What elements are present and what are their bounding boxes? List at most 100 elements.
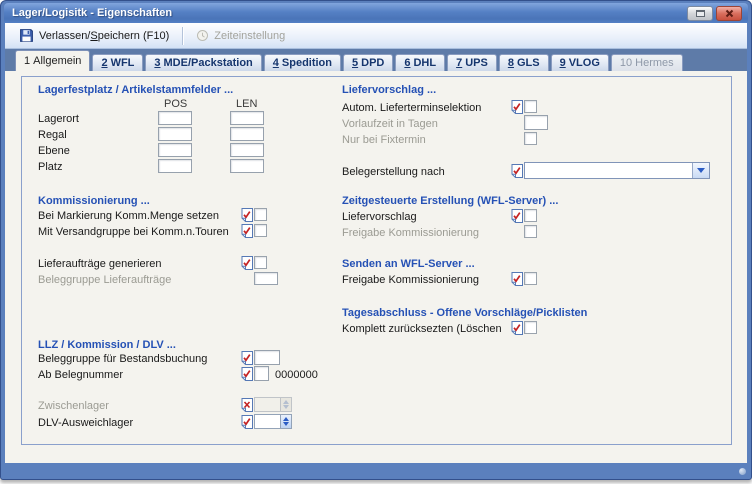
stepper-down-icon [283,405,289,409]
label-bei-markierung: Bei Markierung Komm.Menge setzen [38,210,219,222]
section-heading-liefervorschlag: Liefervorschlag ... [342,84,436,96]
label-belegerstellung-nach: Belegerstellung nach [342,166,445,178]
label-mit-versandgruppe: Mit Versandgruppe bei Komm.n.Touren [38,226,229,238]
combo-dropdown-button[interactable] [692,163,709,178]
label-regal: Regal [38,129,67,141]
lagerort-len-input[interactable] [230,111,264,125]
doc-check-icon[interactable] [240,208,253,222]
content-panel: Lagerfestplatz / Artikelstammfelder ... … [21,76,732,445]
doc-check-icon[interactable] [240,367,253,381]
section-heading-senden-wfl: Senden an WFL-Server ... [342,258,475,270]
section-heading-llz: LLZ / Kommission / DLV ... [38,339,176,351]
section-heading-lagerfestplatz: Lagerfestplatz / Artikelstammfelder ... [38,84,233,96]
tab-2-wfl[interactable]: 2WFL [92,54,143,71]
save-exit-label: Verlassen/Speichern (F10) [39,30,169,42]
column-header-len: LEN [236,98,257,110]
regal-pos-input[interactable] [158,127,192,141]
freigabe-kommissionierung-senden-checkbox[interactable] [524,272,537,285]
liefervorschlag-wfl-checkbox[interactable] [524,209,537,222]
label-liefervorschlag-wfl: Liefervorschlag [342,211,417,223]
tab-6-dhl[interactable]: 6DHL [395,54,445,71]
platz-len-input[interactable] [230,159,264,173]
ab-belegnummer-input[interactable] [254,366,269,381]
label-beleggruppe-lieferauftraege: Beleggruppe Lieferaufträge [38,274,171,286]
label-platz: Platz [38,161,62,173]
dlv-ausweichlager-stepper[interactable] [254,414,292,429]
tab-3-mde-packstation[interactable]: 3MDE/Packstation [145,54,261,71]
freigabe-kommissionierung-zeit-checkbox[interactable] [524,225,537,238]
dialog-window: Lager/Logisitk - Eigenschaften Verlassen… [0,0,752,480]
time-settings-button: Zeiteinstellung [188,25,293,46]
doc-check-icon[interactable] [510,321,523,335]
maximize-icon [696,10,705,17]
doc-check-icon[interactable] [510,209,523,223]
doc-check-icon[interactable] [240,415,253,429]
tab-7-ups[interactable]: 7UPS [447,54,497,71]
doc-check-icon[interactable] [510,100,523,114]
chevron-down-icon [697,168,705,173]
stepper-up-icon [283,417,289,421]
toolbar-separator [182,27,183,45]
label-freigabe-kommissionierung-senden: Freigabe Kommissionierung [342,274,479,286]
nur-bei-fixtermin-checkbox[interactable] [524,132,537,145]
beleggruppe-lieferauftraege-input[interactable] [254,272,278,285]
section-heading-zeitgesteuerte-erstellung: Zeitgesteuerte Erstellung (WFL-Server) .… [342,195,558,207]
tab-8-gls[interactable]: 8GLS [499,54,549,71]
label-vorlaufzeit: Vorlaufzeit in Tagen [342,118,438,130]
zwischenlager-stepper [254,397,292,412]
tab-9-vlog[interactable]: 9VLOG [551,54,609,71]
autom-lieferterminselektion-checkbox[interactable] [524,100,537,113]
beleggruppe-bestandsbuchung-input[interactable] [254,350,280,365]
mit-versandgruppe-checkbox[interactable] [254,224,267,237]
tab-1-allgemein[interactable]: 1Allgemein [15,50,90,71]
regal-len-input[interactable] [230,127,264,141]
label-ab-belegnummer: Ab Belegnummer [38,369,123,381]
resize-grip[interactable] [739,468,746,475]
stepper-up-icon [283,400,289,404]
ab-belegnummer-value: 0000000 [275,369,318,381]
label-dlv-ausweichlager: DLV-Ausweichlager [38,417,133,429]
ebene-pos-input[interactable] [158,143,192,157]
doc-cross-icon[interactable] [240,398,253,412]
label-lagerort: Lagerort [38,113,79,125]
doc-check-icon[interactable] [240,351,253,365]
label-lieferauftraege-generieren: Lieferaufträge generieren [38,258,162,270]
close-button[interactable] [716,6,742,21]
platz-pos-input[interactable] [158,159,192,173]
label-zwischenlager: Zwischenlager [38,400,109,412]
label-ebene: Ebene [38,145,70,157]
column-header-pos: POS [164,98,187,110]
bei-markierung-checkbox[interactable] [254,208,267,221]
label-nur-bei-fixtermin: Nur bei Fixtermin [342,134,426,146]
section-heading-kommissionierung: Kommissionierung ... [38,195,150,207]
stepper-buttons [280,398,291,411]
save-exit-button[interactable]: Verlassen/Speichern (F10) [11,24,177,47]
doc-check-icon[interactable] [510,272,523,286]
tab-10-hermes: 10Hermes [611,54,683,71]
lieferauftraege-checkbox[interactable] [254,256,267,269]
time-settings-label: Zeiteinstellung [214,30,285,42]
tab-4-spedition[interactable]: 4Spedition [264,54,341,71]
label-autom-lieferterminselektion: Autom. Lieferterminselektion [342,102,481,114]
clock-icon [196,29,209,42]
tab-bar: 1Allgemein 2WFL 3MDE/Packstation 4Spedit… [5,49,747,71]
maximize-button[interactable] [687,6,713,21]
tab-5-dpd[interactable]: 5DPD [343,54,393,71]
belegerstellung-select[interactable] [524,162,710,179]
tab-content-allgemein: Lagerfestplatz / Artikelstammfelder ... … [5,71,747,463]
label-beleggruppe-bestandsbuchung: Beleggruppe für Bestandsbuchung [38,353,207,365]
toolbar: Verlassen/Speichern (F10) Zeiteinstellun… [5,23,747,49]
ebene-len-input[interactable] [230,143,264,157]
doc-check-icon[interactable] [240,256,253,270]
stepper-down-icon [283,422,289,426]
vorlaufzeit-input[interactable] [524,115,548,130]
komplett-zuruecksetzen-checkbox[interactable] [524,321,537,334]
titlebar: Lager/Logisitk - Eigenschaften [4,3,748,23]
doc-check-icon[interactable] [240,224,253,238]
stepper-buttons[interactable] [280,415,291,428]
close-icon [725,9,734,18]
lagerort-pos-input[interactable] [158,111,192,125]
save-icon [19,28,34,43]
doc-check-icon[interactable] [510,164,523,178]
label-komplett-zuruecksetzen: Komplett zurücksezten (Löschen [342,323,502,335]
